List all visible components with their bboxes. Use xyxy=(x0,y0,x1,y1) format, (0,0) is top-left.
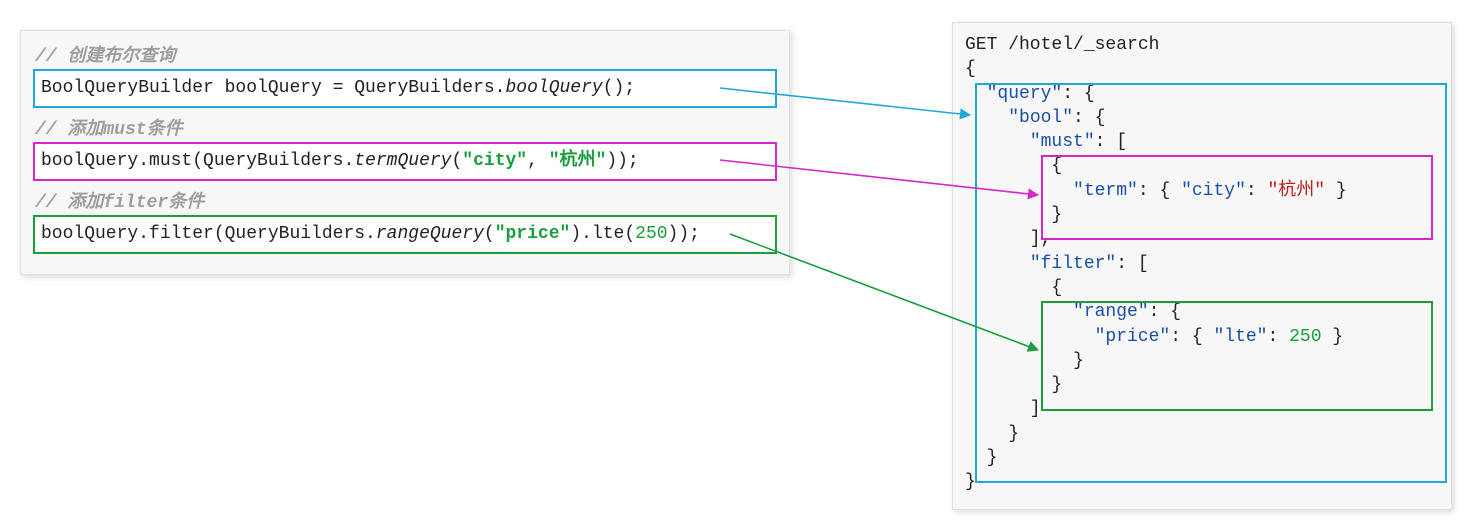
key-price: "price" xyxy=(1095,327,1171,347)
key-must: "must" xyxy=(1030,132,1095,152)
code-text: ).lte( xyxy=(570,224,635,244)
json-code: GET /hotel/_search { "query": { "bool": … xyxy=(965,33,1439,495)
string-price: "price" xyxy=(495,224,571,244)
number-250: 250 xyxy=(635,224,667,244)
key-bool: "bool" xyxy=(1008,108,1073,128)
method-rangequery: rangeQuery xyxy=(376,224,484,244)
code-text: ( xyxy=(484,224,495,244)
key-query: "query" xyxy=(987,84,1063,104)
string-city: "city" xyxy=(462,151,527,171)
code-text: , xyxy=(527,151,549,171)
code-line-must: boolQuery.must(QueryBuilders.termQuery("… xyxy=(33,142,777,181)
comment-add-filter: // 添加filter条件 xyxy=(33,187,777,213)
code-text: boolQuery.must(QueryBuilders. xyxy=(41,151,354,171)
code-line-boolquery: BoolQueryBuilder boolQuery = QueryBuilde… xyxy=(33,69,777,108)
key-term: "term" xyxy=(1073,181,1138,201)
code-line-filter: boolQuery.filter(QueryBuilders.rangeQuer… xyxy=(33,215,777,254)
key-city: "city" xyxy=(1181,181,1246,201)
java-code-panel: // 创建布尔查询 BoolQueryBuilder boolQuery = Q… xyxy=(20,30,790,275)
key-filter: "filter" xyxy=(1030,254,1116,274)
value-250: 250 xyxy=(1289,327,1321,347)
code-text: )); xyxy=(606,151,638,171)
key-lte: "lte" xyxy=(1213,327,1267,347)
method-boolquery: boolQuery xyxy=(505,78,602,98)
code-text: )); xyxy=(668,224,700,244)
string-hangzhou: "杭州" xyxy=(549,151,607,171)
value-hangzhou: "杭州" xyxy=(1267,181,1325,201)
comment-add-must: // 添加must条件 xyxy=(33,114,777,140)
request-line: GET /hotel/_search xyxy=(965,35,1159,55)
code-text: ( xyxy=(451,151,462,171)
key-range: "range" xyxy=(1073,302,1149,322)
method-termquery: termQuery xyxy=(354,151,451,171)
code-text: boolQuery.filter(QueryBuilders. xyxy=(41,224,376,244)
code-text: BoolQueryBuilder boolQuery = QueryBuilde… xyxy=(41,78,505,98)
json-query-panel: GET /hotel/_search { "query": { "bool": … xyxy=(952,22,1452,510)
comment-create-bool: // 创建布尔查询 xyxy=(33,41,777,67)
code-text: (); xyxy=(603,78,635,98)
